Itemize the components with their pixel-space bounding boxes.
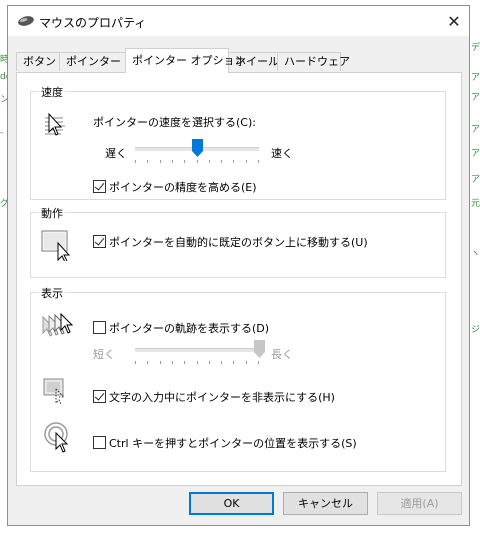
hide-while-typing-checkbox[interactable] [93, 390, 106, 403]
background-app-left: 時deン -グ [0, 55, 7, 209]
trails-slider-ticks [135, 361, 259, 365]
slider-tick [221, 361, 222, 364]
slider-tick [147, 160, 148, 163]
speed-fast-label: 速く [271, 147, 293, 160]
slider-tick [184, 361, 185, 364]
trails-checkbox[interactable] [93, 321, 106, 334]
motion-group: 動作 ポインターを自動的に既定のボタン上に移動する(U) [30, 205, 446, 278]
slider-tick [160, 160, 161, 163]
slider-tick [172, 160, 173, 163]
slider-tick [197, 361, 198, 364]
slider-tick [172, 361, 173, 364]
ok-button[interactable]: OK [189, 492, 274, 515]
visibility-group: 表示 ポインターの軌跡を表示する(D) 短く 長く 文字の入力中にポインターを非… [30, 285, 446, 472]
slider-tick [221, 160, 222, 163]
pointer-trails-icon [42, 312, 74, 337]
slider-tick [135, 361, 136, 364]
hide-pointer-icon [43, 378, 66, 405]
apply-button[interactable]: 適用(A) [377, 492, 462, 515]
motion-group-title: 動作 [39, 205, 65, 221]
close-button[interactable]: ✕ [439, 6, 469, 36]
slider-tick [209, 160, 210, 163]
show-location-ctrl-label[interactable]: Ctrl キーを押すとポインターの位置を表示する(S) [109, 435, 357, 451]
slider-tick [258, 160, 259, 163]
slider-tick [147, 361, 148, 364]
slider-tick [135, 160, 136, 163]
snap-to-button-icon [41, 230, 71, 261]
slider-tick [209, 361, 210, 364]
speed-group: 速度 ポインターの速度を選択する(C): 遅く 速く ポインターの精度を高める(… [30, 84, 446, 200]
speed-prompt: ポインターの速度を選択する(C): [93, 116, 256, 129]
speed-group-title: 速度 [39, 84, 65, 100]
trails-short-label: 短く [93, 348, 115, 361]
precision-label[interactable]: ポインターの精度を高める(E) [109, 179, 257, 195]
window-title: マウスのプロパティ [39, 16, 147, 30]
show-location-ctrl-checkbox[interactable] [93, 436, 106, 449]
trails-slider-track [135, 348, 259, 352]
slider-tick [246, 160, 247, 163]
mouse-properties-dialog: マウスのプロパティ ✕ ボタン ポインター ポインター オプション ホイール ハ… [7, 5, 470, 526]
trails-slider-thumb[interactable] [254, 340, 265, 358]
visibility-group-title: 表示 [39, 285, 65, 301]
locate-pointer-icon [44, 422, 69, 453]
hide-while-typing-label[interactable]: 文字の入力中にポインターを非表示にする(H) [109, 389, 335, 405]
trails-long-label: 長く [271, 348, 293, 361]
speed-slider-thumb[interactable] [192, 139, 203, 157]
slider-tick [246, 361, 247, 364]
trails-label[interactable]: ポインターの軌跡を表示する(D) [109, 320, 269, 336]
slider-tick [160, 361, 161, 364]
snap-to-label[interactable]: ポインターを自動的に既定のボタン上に移動する(U) [109, 234, 368, 250]
precision-checkbox[interactable] [93, 180, 106, 193]
slider-tick [233, 160, 234, 163]
title-bar: マウスのプロパティ ✕ [8, 6, 469, 36]
slider-tick [233, 361, 234, 364]
speed-slider-ticks [135, 160, 259, 164]
slider-tick [184, 160, 185, 163]
speed-slow-label: 遅く [105, 147, 127, 160]
slider-tick [197, 160, 198, 163]
tab-buttons[interactable]: ボタン [16, 52, 60, 71]
pointer-speed-icon [45, 112, 65, 136]
background-app-right: デアア アアア 元ヽジ [470, 0, 480, 537]
cancel-button[interactable]: キャンセル [283, 492, 368, 515]
tab-pointer-options[interactable]: ポインター オプション [125, 48, 246, 73]
mouse-icon [18, 16, 34, 26]
tab-hardware[interactable]: ハードウェア [277, 52, 350, 71]
slider-tick [258, 361, 259, 364]
tab-pointers[interactable]: ポインター [59, 52, 126, 71]
snap-to-checkbox[interactable] [93, 235, 106, 248]
